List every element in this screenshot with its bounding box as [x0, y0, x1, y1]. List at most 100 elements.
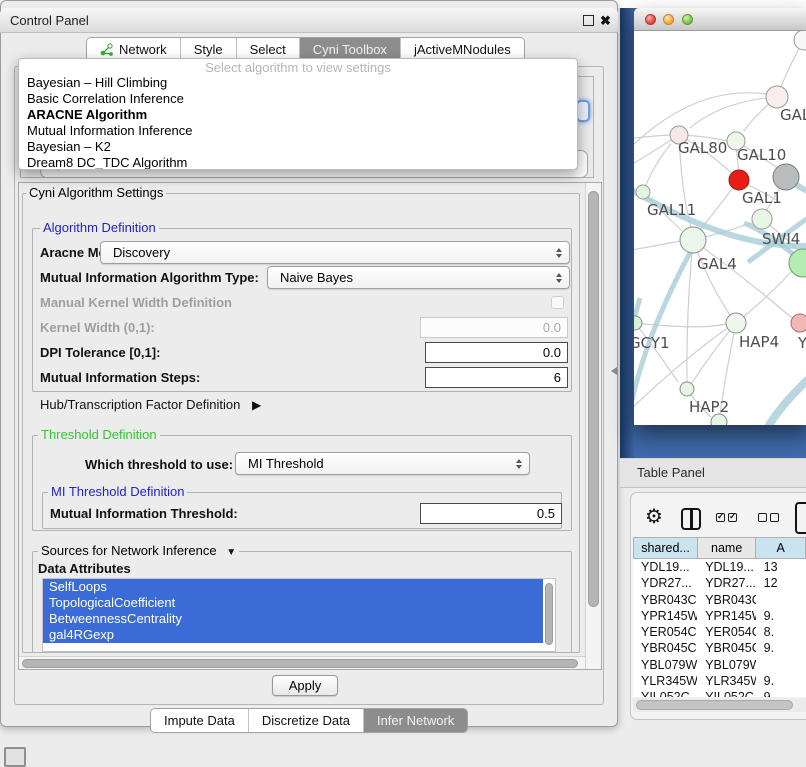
table-cell[interactable]: YBL079W [697, 657, 755, 673]
table-cell[interactable]: YLR345W [633, 673, 697, 689]
algorithm-option-bayesian-hill-climbing[interactable]: Bayesian – Hill Climbing [19, 75, 577, 91]
table-cell[interactable] [756, 592, 806, 608]
network-canvas[interactable]: GALGAL80GAL10GAL1GAL11SWI4GAL4GCY1HAP4YH… [634, 31, 806, 425]
mi-steps-field[interactable]: 6 [425, 367, 568, 388]
network-node[interactable] [634, 316, 642, 330]
attribute-item-gal4rgexp[interactable]: gal4RGexp [43, 627, 543, 643]
algorithm-option-dream8-dc-tdc-algorithm[interactable]: Dream8 DC_TDC Algorithm [19, 155, 577, 170]
table-cell[interactable]: 13 [756, 559, 806, 575]
network-node[interactable] [680, 382, 694, 396]
network-node[interactable] [794, 31, 806, 50]
sources-collapse-icon[interactable]: ▼ [226, 546, 236, 560]
apply-button[interactable]: Apply [272, 675, 338, 696]
table-cell[interactable]: YDR27... [633, 575, 697, 591]
table-cell[interactable]: 12 [756, 575, 806, 591]
new-document-icon[interactable] [795, 502, 806, 534]
table-cell[interactable]: YBR045C [697, 640, 755, 656]
settings-hscroll-track[interactable] [19, 656, 585, 669]
mi-threshold-field[interactable]: 0.5 [420, 503, 562, 524]
table-row[interactable]: YBR045CYBR045C9. [633, 640, 806, 656]
table-row[interactable]: YER054CYER054C8. [633, 624, 806, 640]
aracne-mode-combo[interactable]: Discovery [100, 241, 570, 264]
network-node[interactable] [680, 227, 706, 253]
float-window-icon[interactable] [583, 15, 594, 26]
close-traffic-light-icon[interactable] [645, 14, 656, 25]
focused-combo-fragment[interactable] [576, 100, 590, 122]
table-cell[interactable]: YBR043C [697, 592, 755, 608]
network-node[interactable] [752, 209, 772, 229]
network-node[interactable] [636, 185, 650, 199]
table-hscroll-track[interactable] [633, 698, 806, 712]
table-cell[interactable]: YBR043C [633, 592, 697, 608]
table-row[interactable]: YLR345WYLR345W9. [633, 673, 806, 689]
table-cell[interactable]: YPR145W [697, 608, 755, 624]
algorithm-option-basic-correlation-inference[interactable]: Basic Correlation Inference [19, 91, 577, 107]
table-cell[interactable]: 9. [756, 640, 806, 656]
settings-vscroll-track[interactable] [585, 183, 601, 669]
table-cell[interactable]: 8. [756, 624, 806, 640]
column-header-name[interactable]: name [697, 537, 756, 559]
table-cell[interactable]: YDR27... [697, 575, 755, 591]
algorithm-dropdown[interactable]: Select algorithm to view settings Bayesi… [18, 58, 578, 170]
manual-kernel-checkbox[interactable] [551, 296, 564, 309]
hub-definition-toggle[interactable]: Hub/Transcription Factor Definition ▶ [40, 397, 261, 412]
collapsed-panel-fragment[interactable] [4, 747, 26, 767]
network-node[interactable] [766, 86, 788, 108]
table-cell[interactable]: YIL052C [697, 689, 755, 697]
attribute-item-topologicalcoefficient[interactable]: TopologicalCoefficient [43, 595, 543, 611]
column-layout-icon[interactable] [681, 508, 701, 530]
network-node[interactable] [726, 313, 746, 333]
network-node[interactable] [791, 314, 806, 332]
kernel-width-field[interactable]: 0.0 [420, 317, 568, 338]
column-header-shared[interactable]: shared... [633, 537, 698, 559]
algorithm-option-mutual-information-inference[interactable]: Mutual Information Inference [19, 123, 577, 139]
table-row[interactable]: YBL079WYBL079W [633, 657, 806, 673]
table-row[interactable]: YBR043CYBR043C [633, 592, 806, 608]
table-cell[interactable]: YLR345W [697, 673, 755, 689]
attribute-item-betweennesscentrality[interactable]: BetweennessCentrality [43, 611, 543, 627]
hub-expand-icon[interactable]: ▶ [252, 398, 261, 412]
minimize-traffic-light-icon[interactable] [663, 14, 674, 25]
table-row[interactable]: YIL052CYIL052C9 [633, 689, 806, 697]
which-threshold-combo[interactable]: MI Threshold [235, 452, 530, 475]
settings-vscroll-thumb[interactable] [588, 191, 599, 607]
attribute-item-selfloops[interactable]: SelfLoops [43, 579, 543, 595]
bottom-tab-discretize-data[interactable]: Discretize Data [248, 709, 363, 732]
mi-type-combo[interactable]: Naive Bayes [267, 266, 570, 289]
table-cell[interactable]: 9 [756, 689, 806, 697]
zoom-traffic-light-icon[interactable] [682, 14, 693, 25]
network-window-titlebar[interactable] [634, 8, 806, 31]
table-hscroll-thumb[interactable] [636, 700, 793, 710]
settings-hscroll-thumb[interactable] [22, 659, 578, 668]
table-cell[interactable]: YIL052C [633, 689, 697, 697]
attributes-list-scrollbar[interactable] [545, 583, 553, 645]
sources-group-title[interactable]: Sources for Network Inference ▼ [38, 544, 239, 560]
dpi-tolerance-field[interactable]: 0.0 [425, 342, 568, 363]
algorithm-option-aracne-algorithm[interactable]: ARACNE Algorithm [19, 107, 577, 123]
data-attributes-list[interactable]: SelfLoopsTopologicalCoefficientBetweenne… [42, 578, 556, 652]
table-row[interactable]: YDL19...YDL19...13 [633, 559, 806, 575]
close-icon[interactable]: ✖ [600, 9, 611, 33]
table-cell[interactable]: YBL079W [633, 657, 697, 673]
network-node[interactable] [729, 170, 749, 190]
column-header-a[interactable]: A [755, 537, 806, 559]
table-cell[interactable]: YBR045C [633, 640, 697, 656]
table-row[interactable]: YPR145WYPR145W9. [633, 608, 806, 624]
table-cell[interactable]: YER054C [697, 624, 755, 640]
algorithm-option-bayesian-k2[interactable]: Bayesian – K2 [19, 139, 577, 155]
splitter-arrow-icon[interactable] [611, 367, 617, 375]
bottom-tab-infer-network[interactable]: Infer Network [363, 709, 467, 732]
table-cell[interactable]: YDL19... [633, 559, 697, 575]
table-cell[interactable] [756, 657, 806, 673]
table-cell[interactable]: YER054C [633, 624, 697, 640]
gear-icon[interactable]: ⚙ [645, 506, 663, 528]
select-all-columns-icon[interactable] [716, 513, 737, 522]
bottom-tab-impute-data[interactable]: Impute Data [151, 709, 248, 732]
network-node[interactable] [773, 164, 799, 190]
table-cell[interactable]: 9. [756, 673, 806, 689]
deselect-all-columns-icon[interactable] [758, 513, 779, 522]
table-cell[interactable]: YPR145W [633, 608, 697, 624]
table-cell[interactable]: YDL19... [697, 559, 755, 575]
control-panel-titlebar[interactable] [0, 8, 618, 33]
table-cell[interactable]: 9. [756, 608, 806, 624]
